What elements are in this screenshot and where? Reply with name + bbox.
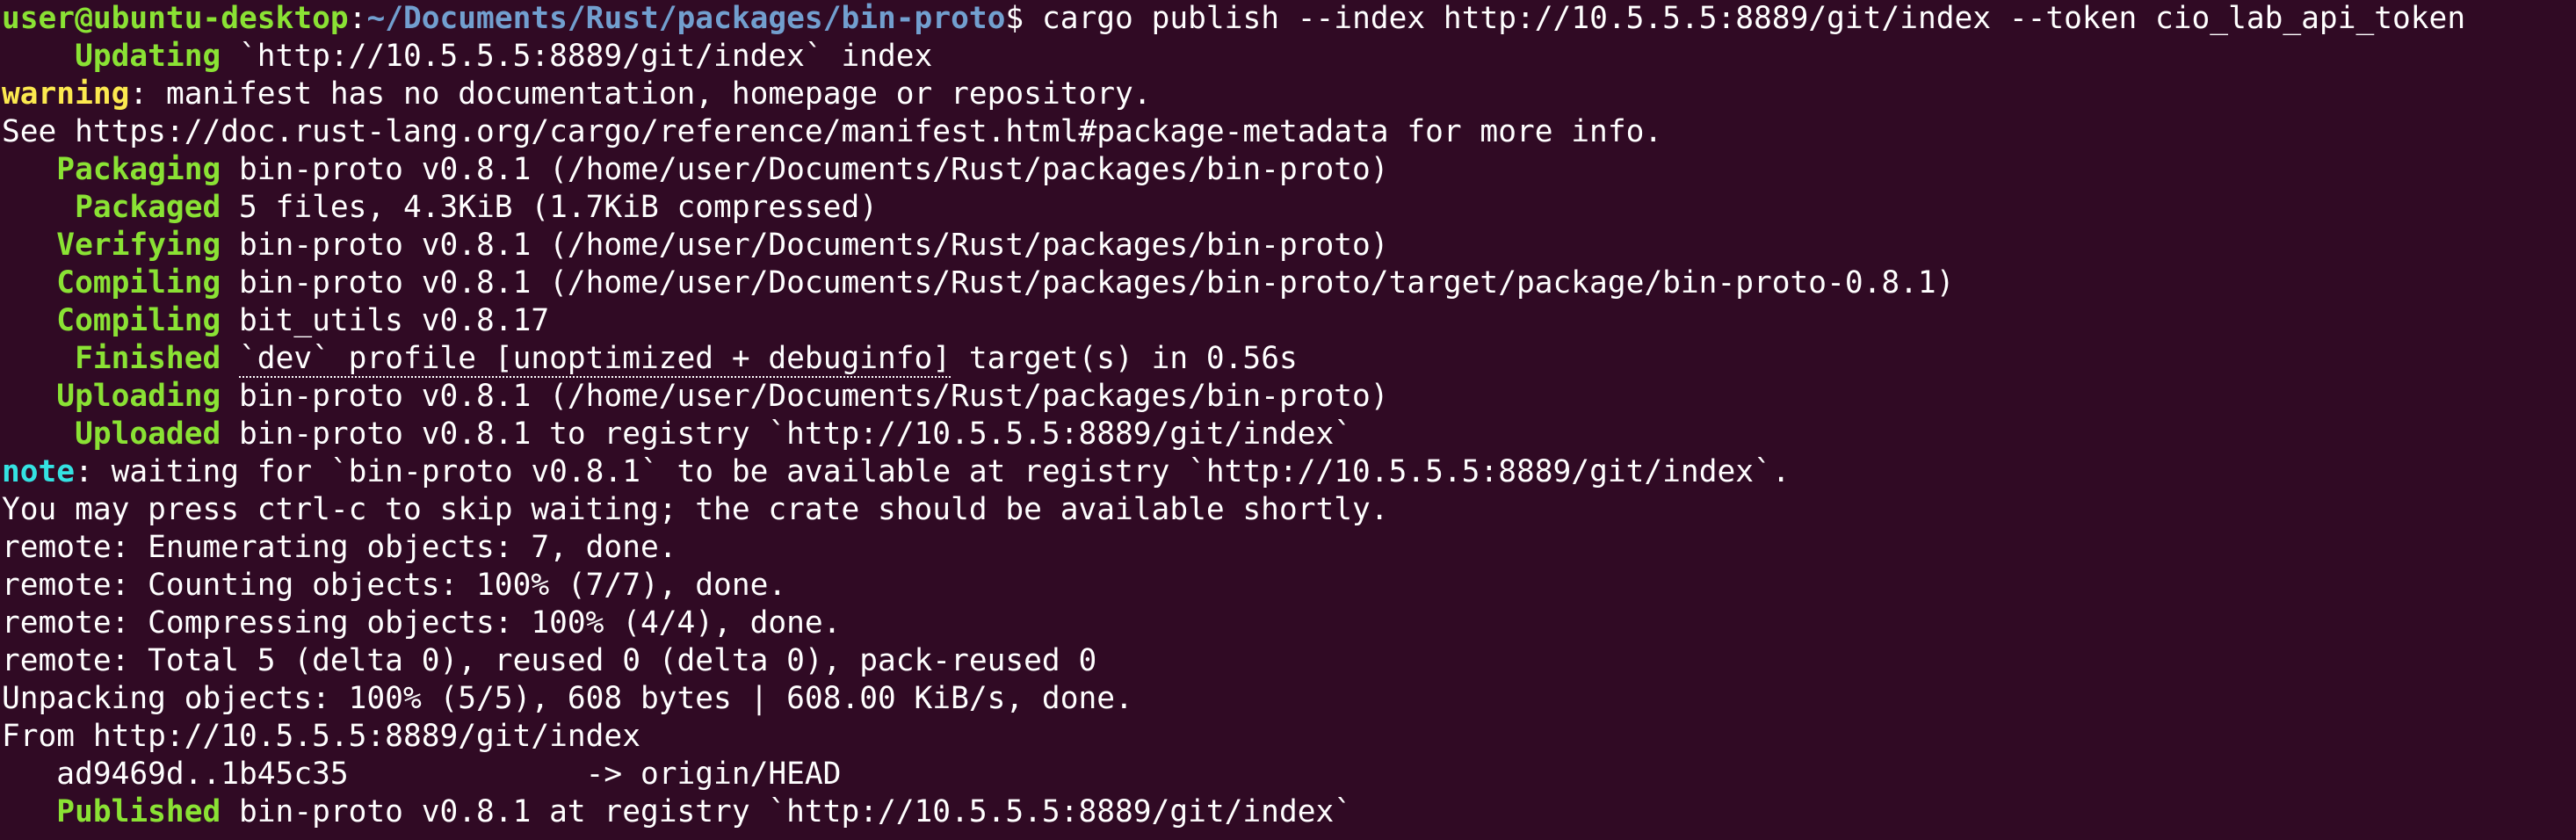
line-text: target(s) in 0.56s [951,341,1298,376]
line-text: ad9469d..1b45c35 -> origin/HEAD [2,757,842,792]
prompt-command: cargo publish --index http://10.5.5.5:88… [1024,1,2466,36]
line-text: bin-proto v0.8.1 (/home/user/Documents/R… [221,152,1389,187]
prompt-path: ~/Documents/Rust/packages/bin-proto [366,1,1006,36]
line-text: bin-proto v0.8.1 (/home/user/Documents/R… [221,228,1389,263]
line-text: See https://doc.rust-lang.org/cargo/refe… [2,114,1663,149]
output-line-published: Published bin-proto v0.8.1 at registry `… [2,793,2576,831]
terminal-window[interactable]: user@ubuntu-desktop:~/Documents/Rust/pac… [0,0,2576,840]
line-text: bin-proto v0.8.1 (/home/user/Documents/R… [221,265,1955,301]
output-line-packaging: Packaging bin-proto v0.8.1 (/home/user/D… [2,151,2576,189]
prompt-separator: : [348,1,367,36]
output-line-remote-total: remote: Total 5 (delta 0), reused 0 (del… [2,642,2576,680]
output-line-unpacking: Unpacking objects: 100% (5/5), 608 bytes… [2,680,2576,718]
line-text: remote: Counting objects: 100% (7/7), do… [2,568,787,603]
output-line-ref-update: ad9469d..1b45c35 -> origin/HEAD [2,756,2576,793]
output-line-uploading: Uploading bin-proto v0.8.1 (/home/user/D… [2,378,2576,416]
line-text: bin-proto v0.8.1 at registry `http://10.… [221,794,1353,829]
line-text: : manifest has no documentation, homepag… [129,76,1152,112]
output-line-remote-counting: remote: Counting objects: 100% (7/7), do… [2,567,2576,605]
warning-label: warning [2,76,130,112]
line-text: remote: Total 5 (delta 0), reused 0 (del… [2,643,1097,678]
line-text: 5 files, 4.3KiB (1.7KiB compressed) [221,190,878,225]
status-label: Packaged [2,190,221,225]
output-line-compiling-bin-proto: Compiling bin-proto v0.8.1 (/home/user/D… [2,264,2576,302]
line-text: remote: Compressing objects: 100% (4/4),… [2,605,842,641]
status-label: Finished [2,341,221,376]
output-line-verifying: Verifying bin-proto v0.8.1 (/home/user/D… [2,227,2576,264]
line-text: You may press ctrl-c to skip waiting; th… [2,492,1389,527]
line-text: From http://10.5.5.5:8889/git/index [2,719,640,754]
output-line-updating: Updating `http://10.5.5.5:8889/git/index… [2,38,2576,76]
output-line-packaged: Packaged 5 files, 4.3KiB (1.7KiB compres… [2,189,2576,227]
output-line-remote-enumerating: remote: Enumerating objects: 7, done. [2,529,2576,567]
prompt-line: user@ubuntu-desktop:~/Documents/Rust/pac… [2,0,2576,38]
output-line-remote-compressing: remote: Compressing objects: 100% (4/4),… [2,605,2576,642]
line-text: Unpacking objects: 100% (5/5), 608 bytes… [2,681,1133,716]
status-label: Packaging [2,152,221,187]
output-line-warning: warning: manifest has no documentation, … [2,76,2576,113]
output-line-uploaded: Uploaded bin-proto v0.8.1 to registry `h… [2,416,2576,453]
output-line-ctrl-c-hint: You may press ctrl-c to skip waiting; th… [2,491,2576,529]
status-label: Updating [2,39,221,74]
profile-link[interactable]: `dev` profile [unoptimized + debuginfo] [239,341,952,378]
output-line-compiling-bit-utils: Compiling bit_utils v0.8.17 [2,302,2576,340]
line-text: `http://10.5.5.5:8889/git/index` index [221,39,933,74]
prompt-symbol: $ [1005,1,1024,36]
status-label: Uploaded [2,416,221,452]
line-text [221,341,239,376]
line-text: bin-proto v0.8.1 to registry `http://10.… [221,416,1353,452]
output-line-see-docs: See https://doc.rust-lang.org/cargo/refe… [2,113,2576,151]
line-text: bin-proto v0.8.1 (/home/user/Documents/R… [221,379,1389,414]
status-label: Verifying [2,228,221,263]
status-label: Compiling [2,265,221,301]
status-label: Uploading [2,379,221,414]
output-line-finished: Finished `dev` profile [unoptimized + de… [2,340,2576,378]
output-line-note: note: waiting for `bin-proto v0.8.1` to … [2,453,2576,491]
output-line-cutoff [2,831,2576,840]
line-text: remote: Enumerating objects: 7, done. [2,530,677,565]
note-label: note [2,454,76,489]
line-text: bit_utils v0.8.17 [221,303,550,338]
prompt-user: user@ubuntu-desktop [2,1,349,36]
status-label: Published [2,794,221,829]
status-label: Compiling [2,303,221,338]
output-line-from: From http://10.5.5.5:8889/git/index [2,718,2576,756]
line-text: : waiting for `bin-proto v0.8.1` to be a… [75,454,1791,489]
